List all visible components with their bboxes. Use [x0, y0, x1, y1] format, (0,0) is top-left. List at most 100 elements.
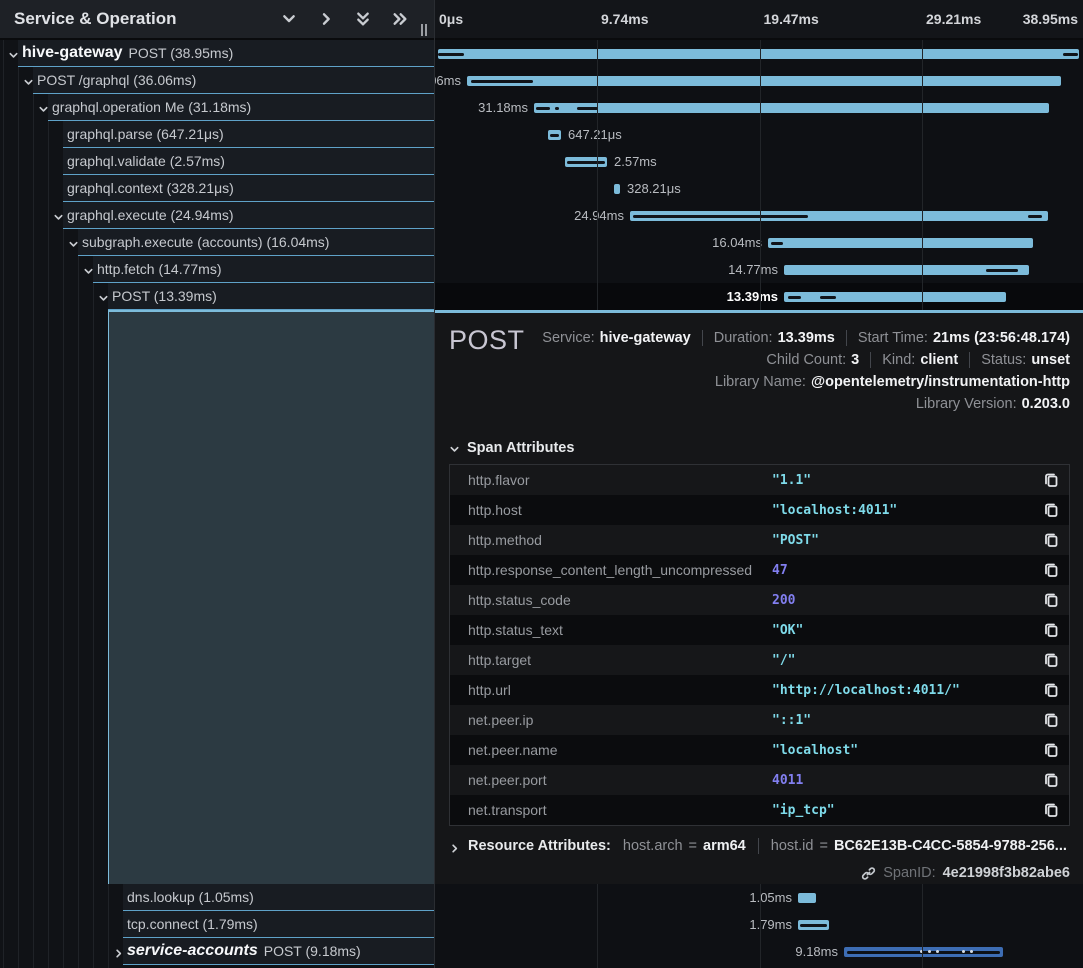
overview-field-label: Duration: [714, 330, 773, 346]
panel-resize-handle[interactable] [421, 24, 429, 36]
chevron-down-icon[interactable] [281, 11, 297, 27]
chevron-right-icon [449, 841, 460, 852]
span-row-tcp-connect[interactable]: tcp.connect (1.79ms) [123, 911, 434, 938]
chevron-right-icon[interactable] [318, 11, 334, 27]
attribute-key: net.peer.ip [450, 712, 772, 728]
copy-icon[interactable] [1043, 472, 1059, 488]
span-duration-bar[interactable] [768, 238, 1033, 248]
span-row-http-fetch[interactable]: http.fetch (14.77ms) [93, 256, 434, 283]
attribute-value: "POST" [772, 533, 819, 548]
attribute-value: "http://localhost:4011/" [772, 683, 960, 698]
span-duration-bar[interactable] [844, 947, 1003, 957]
overview-field-label: Status: [981, 352, 1026, 368]
span-duration-bar[interactable] [438, 49, 1079, 59]
copy-icon[interactable] [1043, 592, 1059, 608]
overview-field-label: Kind: [882, 352, 915, 368]
bar-duration-label: 1.05ms [749, 890, 792, 905]
copy-icon[interactable] [1043, 682, 1059, 698]
trace-viewer: Service & Operation hive-gatewayPOST (38… [0, 0, 1083, 968]
span-row-service-accounts[interactable]: service-accountsPOST (9.18ms) [123, 938, 434, 965]
operation-label: graphql.validate (2.57ms) [67, 153, 225, 169]
span-row-subgraph-execute[interactable]: subgraph.execute (accounts) (16.04ms) [78, 229, 434, 256]
attribute-value: 4011 [772, 773, 803, 788]
chevron-down-icon [449, 443, 460, 454]
resource-attribute-value: BC62E13B-C4CC-5854-9788-256... [834, 838, 1067, 854]
attribute-row: net.transport"ip_tcp" [450, 795, 1069, 825]
span-row-graphql-parse[interactable]: graphql.parse (647.21μs) [63, 121, 434, 148]
span-row-hive-gateway[interactable]: hive-gatewayPOST (38.95ms) [18, 40, 434, 67]
copy-icon[interactable] [1043, 652, 1059, 668]
tree-row: subgraph.execute (accounts) (16.04ms) [0, 229, 434, 256]
bar-duration-label: 2.57ms [614, 154, 657, 169]
attribute-value: "1.1" [772, 473, 811, 488]
operation-label: POST (38.95ms) [128, 45, 233, 61]
overview-field: Duration:13.39ms [702, 330, 835, 346]
operation-label: POST /graphql (36.06ms) [37, 72, 196, 88]
resource-attribute: host.id=BC62E13B-C4CC-5854-9788-256... [758, 838, 1067, 854]
attribute-row: http.response_content_length_uncompresse… [450, 555, 1069, 585]
span-attributes-toggle[interactable]: Span Attributes [449, 440, 574, 456]
link-icon[interactable] [861, 866, 876, 881]
ruler-tick: 9.74ms [601, 11, 648, 27]
span-row-post[interactable]: POST (13.39ms) [108, 283, 434, 310]
service-name: service-accounts [127, 942, 258, 960]
event-dot [962, 950, 965, 953]
ruler-tick: 38.95ms [1023, 11, 1078, 27]
child-time-mark [471, 80, 533, 83]
span-duration-bar[interactable] [630, 211, 1048, 221]
equals-sign: = [819, 838, 827, 854]
span-row-graphql-validate[interactable]: graphql.validate (2.57ms) [63, 148, 434, 175]
child-time-mark [555, 107, 559, 110]
copy-icon[interactable] [1043, 802, 1059, 818]
span-duration-bar[interactable] [534, 103, 1049, 113]
event-dot [970, 950, 973, 953]
span-detail-title: POST [449, 325, 525, 356]
copy-icon[interactable] [1043, 502, 1059, 518]
copy-icon[interactable] [1043, 742, 1059, 758]
operation-label: http.fetch (14.77ms) [97, 261, 222, 277]
child-time-mark [800, 924, 827, 927]
panel-title: Service & Operation [0, 9, 177, 29]
span-duration-bar[interactable] [798, 893, 816, 903]
child-time-mark [847, 951, 1000, 954]
span-row-post[interactable]: POST /graphql (36.06ms) [33, 67, 434, 94]
ruler-tick: 29.21ms [926, 11, 981, 27]
bar-duration-label: 36.06ms [434, 73, 461, 88]
double-chevron-down-icon[interactable] [355, 11, 371, 27]
tree-row: POST /graphql (36.06ms) [0, 67, 434, 94]
overview-field-label: Child Count: [766, 352, 846, 368]
copy-icon[interactable] [1043, 532, 1059, 548]
span-duration-bar[interactable] [798, 920, 829, 930]
span-row-graphql-execute[interactable]: graphql.execute (24.94ms) [63, 202, 434, 229]
equals-sign: = [689, 838, 697, 854]
child-time-mark [788, 296, 801, 299]
resource-attributes-toggle[interactable]: Resource Attributes: [468, 838, 611, 854]
overview-field-label: Service: [542, 330, 594, 346]
span-duration-bar[interactable] [467, 76, 1061, 86]
copy-icon[interactable] [1043, 622, 1059, 638]
copy-icon[interactable] [1043, 562, 1059, 578]
double-chevron-right-icon[interactable] [392, 11, 408, 27]
attribute-key: http.response_content_length_uncompresse… [450, 562, 772, 578]
span-row-dns-lookup[interactable]: dns.lookup (1.05ms) [123, 884, 434, 911]
operation-label: graphql.context (328.21μs) [67, 180, 234, 196]
copy-icon[interactable] [1043, 772, 1059, 788]
overview-field-label: Start Time: [858, 330, 928, 346]
attribute-key: http.target [450, 652, 772, 668]
span-duration-bar[interactable] [548, 130, 561, 140]
span-row-graphql-context[interactable]: graphql.context (328.21μs) [63, 175, 434, 202]
overview-field-label: Library Name: [715, 374, 806, 390]
span-duration-bar[interactable] [614, 184, 620, 194]
bar-duration-label: 14.77ms [728, 262, 778, 277]
child-time-mark [771, 242, 783, 245]
bar-duration-label: 24.94ms [574, 208, 624, 223]
span-duration-bar[interactable] [784, 265, 1029, 275]
span-duration-bar[interactable] [784, 292, 1006, 302]
child-time-mark [633, 215, 808, 218]
tree-row: graphql.validate (2.57ms) [0, 148, 434, 175]
copy-icon[interactable] [1043, 712, 1059, 728]
span-row-graphql-operation[interactable]: graphql.operation Me (31.18ms) [48, 94, 434, 121]
bar-duration-label: 31.18ms [478, 100, 528, 115]
span-duration-bar[interactable] [565, 157, 607, 167]
span-attributes-table: http.flavor"1.1"http.host"localhost:4011… [449, 464, 1070, 826]
